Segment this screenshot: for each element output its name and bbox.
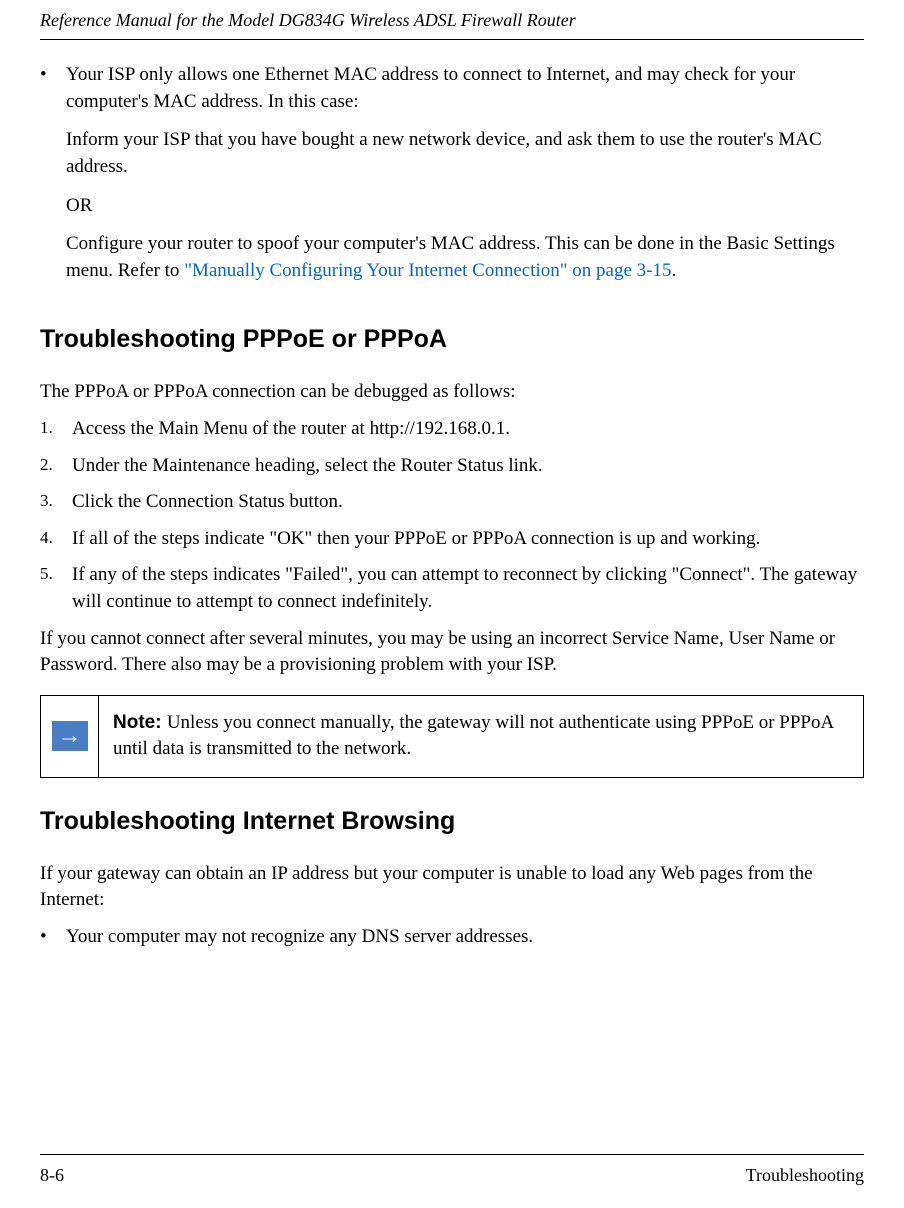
section2-bullet: Your computer may not recognize any DNS … [66, 924, 864, 951]
bullet-content: Your ISP only allows one Ethernet MAC ad… [66, 62, 864, 296]
section2-heading: Troubleshooting Internet Browsing [40, 804, 864, 839]
step-number: 3. [40, 489, 72, 516]
step-text: If all of the steps indicate "OK" then y… [72, 526, 864, 553]
numbered-list: 1. Access the Main Menu of the router at… [40, 416, 864, 616]
bullet-p3: Configure your router to spoof your comp… [66, 231, 864, 284]
step-number: 2. [40, 453, 72, 480]
chapter-name: Troubleshooting [746, 1163, 864, 1188]
list-item: 1. Access the Main Menu of the router at… [40, 416, 864, 443]
page-number: 8-6 [40, 1163, 64, 1188]
list-item: 2. Under the Maintenance heading, select… [40, 453, 864, 480]
step-text: Access the Main Menu of the router at ht… [72, 416, 864, 443]
page-header: Reference Manual for the Model DG834G Wi… [40, 0, 864, 40]
section1-after: If you cannot connect after several minu… [40, 626, 864, 679]
note-icon-cell: → [41, 696, 99, 777]
note-text: Note: Unless you connect manually, the g… [99, 696, 863, 777]
step-text: Under the Maintenance heading, select th… [72, 453, 864, 480]
bullet-marker: • [40, 62, 66, 296]
note-body: Unless you connect manually, the gateway… [113, 712, 833, 760]
section1-heading: Troubleshooting PPPoE or PPPoA [40, 322, 864, 357]
section2-intro: If your gateway can obtain an IP address… [40, 861, 864, 914]
list-item: 5. If any of the steps indicates "Failed… [40, 562, 864, 615]
bullet-item: • Your computer may not recognize any DN… [40, 924, 864, 951]
page-footer: 8-6 Troubleshooting [40, 1154, 864, 1188]
note-label: Note: [113, 712, 167, 733]
step-text: If any of the steps indicates "Failed", … [72, 562, 864, 615]
arrow-icon: → [52, 721, 88, 751]
bullet-p2: OR [66, 193, 864, 220]
note-box: → Note: Unless you connect manually, the… [40, 695, 864, 778]
header-title: Reference Manual for the Model DG834G Wi… [40, 10, 576, 30]
bullet-p3-end: . [671, 260, 676, 281]
arrow-glyph: → [58, 724, 82, 748]
step-number: 5. [40, 562, 72, 615]
section1-intro: The PPPoA or PPPoA connection can be deb… [40, 379, 864, 406]
bullet-lead: Your ISP only allows one Ethernet MAC ad… [66, 62, 864, 115]
bullet-item: • Your ISP only allows one Ethernet MAC … [40, 62, 864, 296]
manual-config-link[interactable]: "Manually Configuring Your Internet Conn… [184, 260, 671, 281]
step-number: 1. [40, 416, 72, 443]
bullet-marker: • [40, 924, 66, 951]
step-text: Click the Connection Status button. [72, 489, 864, 516]
list-item: 4. If all of the steps indicate "OK" the… [40, 526, 864, 553]
list-item: 3. Click the Connection Status button. [40, 489, 864, 516]
bullet-p1: Inform your ISP that you have bought a n… [66, 127, 864, 180]
step-number: 4. [40, 526, 72, 553]
